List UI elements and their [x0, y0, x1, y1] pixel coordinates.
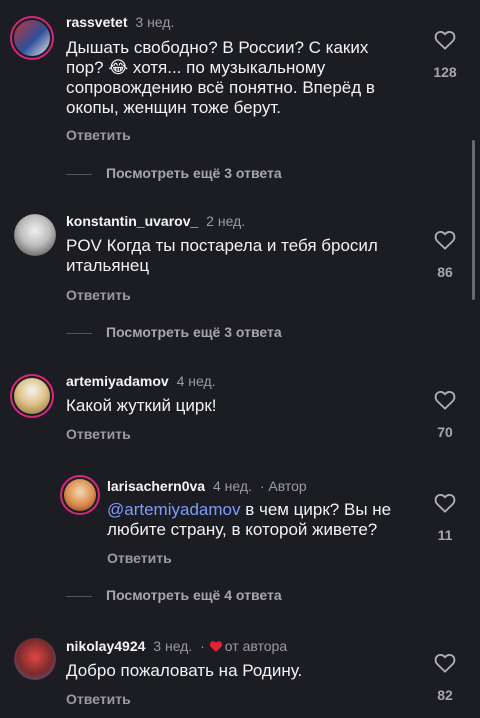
- comment-meta: konstantin_uvarov_ 2 нед.: [66, 213, 245, 229]
- like-count: 82: [437, 687, 453, 703]
- heart-icon: [434, 653, 456, 673]
- avatar[interactable]: [10, 16, 54, 60]
- divider: [66, 332, 92, 334]
- view-more-replies[interactable]: Посмотреть ещё 3 ответа: [66, 324, 282, 340]
- divider: [66, 173, 92, 175]
- mention-link[interactable]: @artemiyadamov: [107, 500, 240, 519]
- from-author-label: от автора: [224, 638, 288, 654]
- like-count: 128: [433, 64, 457, 80]
- username[interactable]: larisachern0va: [107, 478, 205, 494]
- timestamp: 3 нед.: [153, 638, 193, 654]
- like-button[interactable]: 128: [425, 30, 465, 80]
- author-badge: · Автор: [259, 478, 307, 494]
- heart-filled-icon: [209, 641, 222, 653]
- heart-icon: [434, 390, 456, 410]
- timestamp: 2 нед.: [206, 213, 246, 229]
- comment-text: Добро пожаловать на Родину.: [66, 661, 303, 680]
- like-count: 70: [437, 424, 453, 440]
- username[interactable]: rassvetet: [66, 14, 128, 30]
- view-more-replies[interactable]: Посмотреть ещё 3 ответа: [66, 165, 282, 181]
- heart-icon: [434, 230, 456, 250]
- view-more-label: Посмотреть ещё 3 ответа: [106, 324, 282, 340]
- username[interactable]: nikolay4924: [66, 638, 145, 654]
- like-button[interactable]: 86: [425, 230, 465, 280]
- view-more-label: Посмотреть ещё 4 ответа: [106, 587, 282, 603]
- username[interactable]: artemiyadamov: [66, 373, 169, 389]
- comment-meta: artemiyadamov 4 нед.: [66, 373, 216, 389]
- liked-by-author: · от автора: [200, 638, 288, 654]
- like-button[interactable]: 70: [425, 390, 465, 440]
- scrollbar[interactable]: [472, 140, 475, 300]
- username[interactable]: konstantin_uvarov_: [66, 213, 198, 229]
- comment-text: POV Когда ты постарела и тебя бросил ита…: [66, 236, 378, 275]
- view-more-replies[interactable]: Посмотреть ещё 4 ответа: [66, 587, 282, 603]
- comment-text: @artemiyadamov в чем цирк? Вы не любите …: [107, 500, 412, 540]
- comment-meta: rassvetet 3 нед.: [66, 14, 174, 30]
- reply-button[interactable]: Ответить: [66, 691, 131, 707]
- reply-button[interactable]: Ответить: [66, 287, 131, 303]
- reply-button[interactable]: Ответить: [107, 550, 172, 566]
- comment-text: Какой жуткий цирк!: [66, 396, 217, 415]
- like-button[interactable]: 11: [425, 493, 465, 543]
- comment-text: Дышать свободно? В России? С каких пор? …: [66, 38, 375, 117]
- avatar[interactable]: [14, 214, 56, 256]
- avatar[interactable]: [60, 475, 100, 515]
- heart-icon: [434, 30, 456, 50]
- comment-meta: larisachern0va 4 нед. · Автор: [107, 478, 307, 494]
- view-more-label: Посмотреть ещё 3 ответа: [106, 165, 282, 181]
- reply-button[interactable]: Ответить: [66, 127, 131, 143]
- reply-button[interactable]: Ответить: [66, 426, 131, 442]
- timestamp: 4 нед.: [176, 373, 216, 389]
- like-count: 86: [437, 264, 453, 280]
- timestamp: 4 нед.: [212, 478, 252, 494]
- comment-meta: nikolay4924 3 нед. · от автора: [66, 638, 287, 654]
- divider: [66, 595, 92, 597]
- like-button[interactable]: 82: [425, 653, 465, 703]
- avatar[interactable]: [14, 638, 56, 680]
- heart-icon: [434, 493, 456, 513]
- timestamp: 3 нед.: [135, 14, 175, 30]
- like-count: 11: [437, 527, 453, 543]
- avatar[interactable]: [10, 374, 54, 418]
